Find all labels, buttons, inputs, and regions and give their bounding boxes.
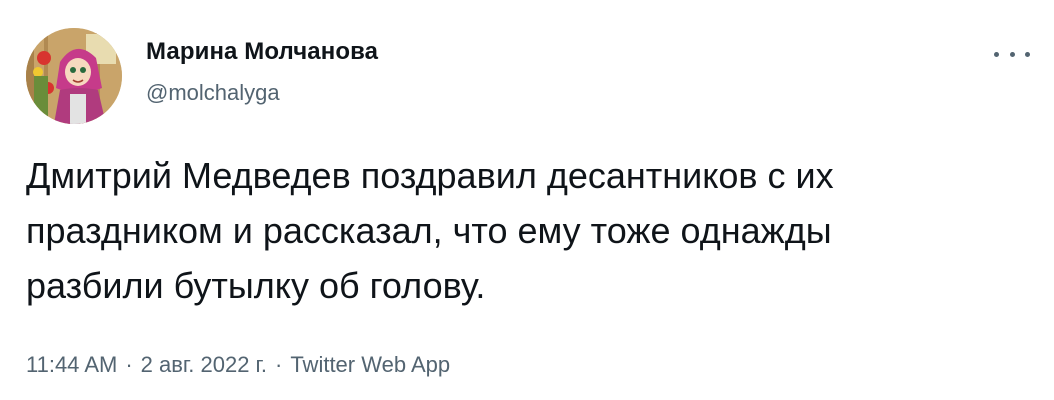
dot [1009, 51, 1015, 57]
tweet-time[interactable]: 11:44 AM [26, 352, 117, 377]
more-dots-icon[interactable] [994, 44, 1030, 64]
tweet-text-line: разбили бутылку об голову. [26, 265, 486, 306]
tweet-meta: 11:44 AM · 2 авг. 2022 г. · Twitter Web App [26, 352, 450, 378]
author-handle[interactable]: @molchalyga [146, 80, 280, 106]
dot [994, 51, 999, 57]
author-name[interactable]: Марина Молчанова [146, 38, 378, 66]
meta-separator: · [125, 352, 133, 377]
tweet-text-line: праздником и рассказал, что ему тоже одн… [26, 210, 832, 251]
tweet-source[interactable]: Twitter Web App [290, 352, 450, 377]
avatar-masha-cartoon-icon [26, 28, 122, 124]
tweet-text-line: Дмитрий Медведев поздравил десантников с… [26, 155, 834, 196]
tweet-card: Марина Молчанова @molchalyga Дмитрий Мед… [0, 0, 1054, 400]
tweet-text: Дмитрий Медведев поздравил десантников с… [26, 148, 1036, 313]
tweet-date[interactable]: 2 авг. 2022 г. [141, 352, 267, 377]
avatar[interactable] [26, 28, 122, 124]
dot [1025, 51, 1030, 57]
meta-separator: · [275, 352, 283, 377]
